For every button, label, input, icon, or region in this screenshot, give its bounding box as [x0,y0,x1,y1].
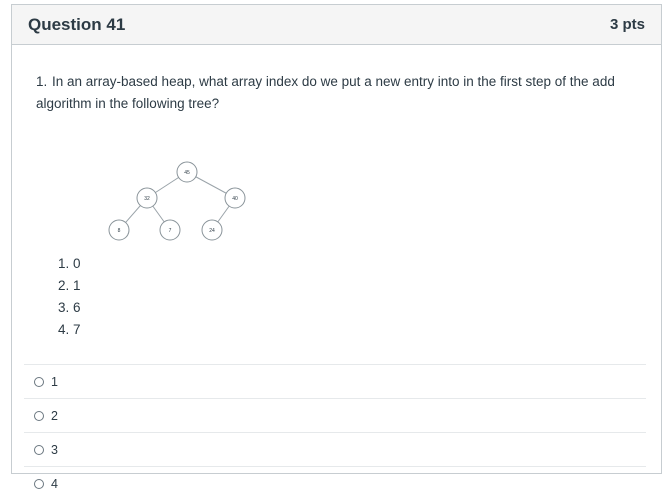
radio-button[interactable] [34,410,44,421]
prompt-number: 1. [36,74,48,89]
left-edge-mark: › [0,19,4,29]
answer-option-2[interactable]: 2 [24,398,646,432]
prompt-text: In an array-based heap, what array index… [36,74,615,111]
answer-option-3[interactable]: 3 [24,432,646,466]
tree-node-label: 8 [118,228,121,234]
answer-label[interactable]: 2 [51,409,58,423]
choice-item: 2. 1 [58,278,81,293]
question-title: Question 41 [28,14,126,34]
radio-button[interactable] [34,376,44,387]
radio-button[interactable] [34,478,44,489]
tree-node-label: 45 [184,170,190,176]
choice-list: 1. 0 2. 1 3. 6 4. 7 [58,253,81,341]
radio-button[interactable] [34,444,44,455]
tree-node-label: 40 [232,196,238,202]
question-prompt: 1. In an array-based heap, what array ind… [36,71,641,115]
tree-node-label: 32 [144,196,150,202]
answer-label[interactable]: 1 [51,375,58,389]
tree-node-label: 24 [209,228,215,234]
answer-options: 1 2 3 4 [24,364,646,500]
heap-tree-diagram: 45 32 40 8 7 24 [108,161,246,241]
question-points: 3 pts [609,16,645,33]
choice-item: 4. 7 [58,322,81,337]
answer-option-1[interactable]: 1 [24,364,646,398]
answer-label[interactable]: 4 [51,477,58,491]
question-header: Question 41 3 pts [12,5,661,45]
choice-item: 3. 6 [58,300,81,315]
tree-node-label: 7 [169,228,172,234]
answer-option-4[interactable]: 4 [24,466,646,500]
answer-label[interactable]: 3 [51,443,58,457]
choice-item: 1. 0 [58,256,81,271]
question-card: Question 41 3 pts 1. In an array-based he… [11,4,662,491]
